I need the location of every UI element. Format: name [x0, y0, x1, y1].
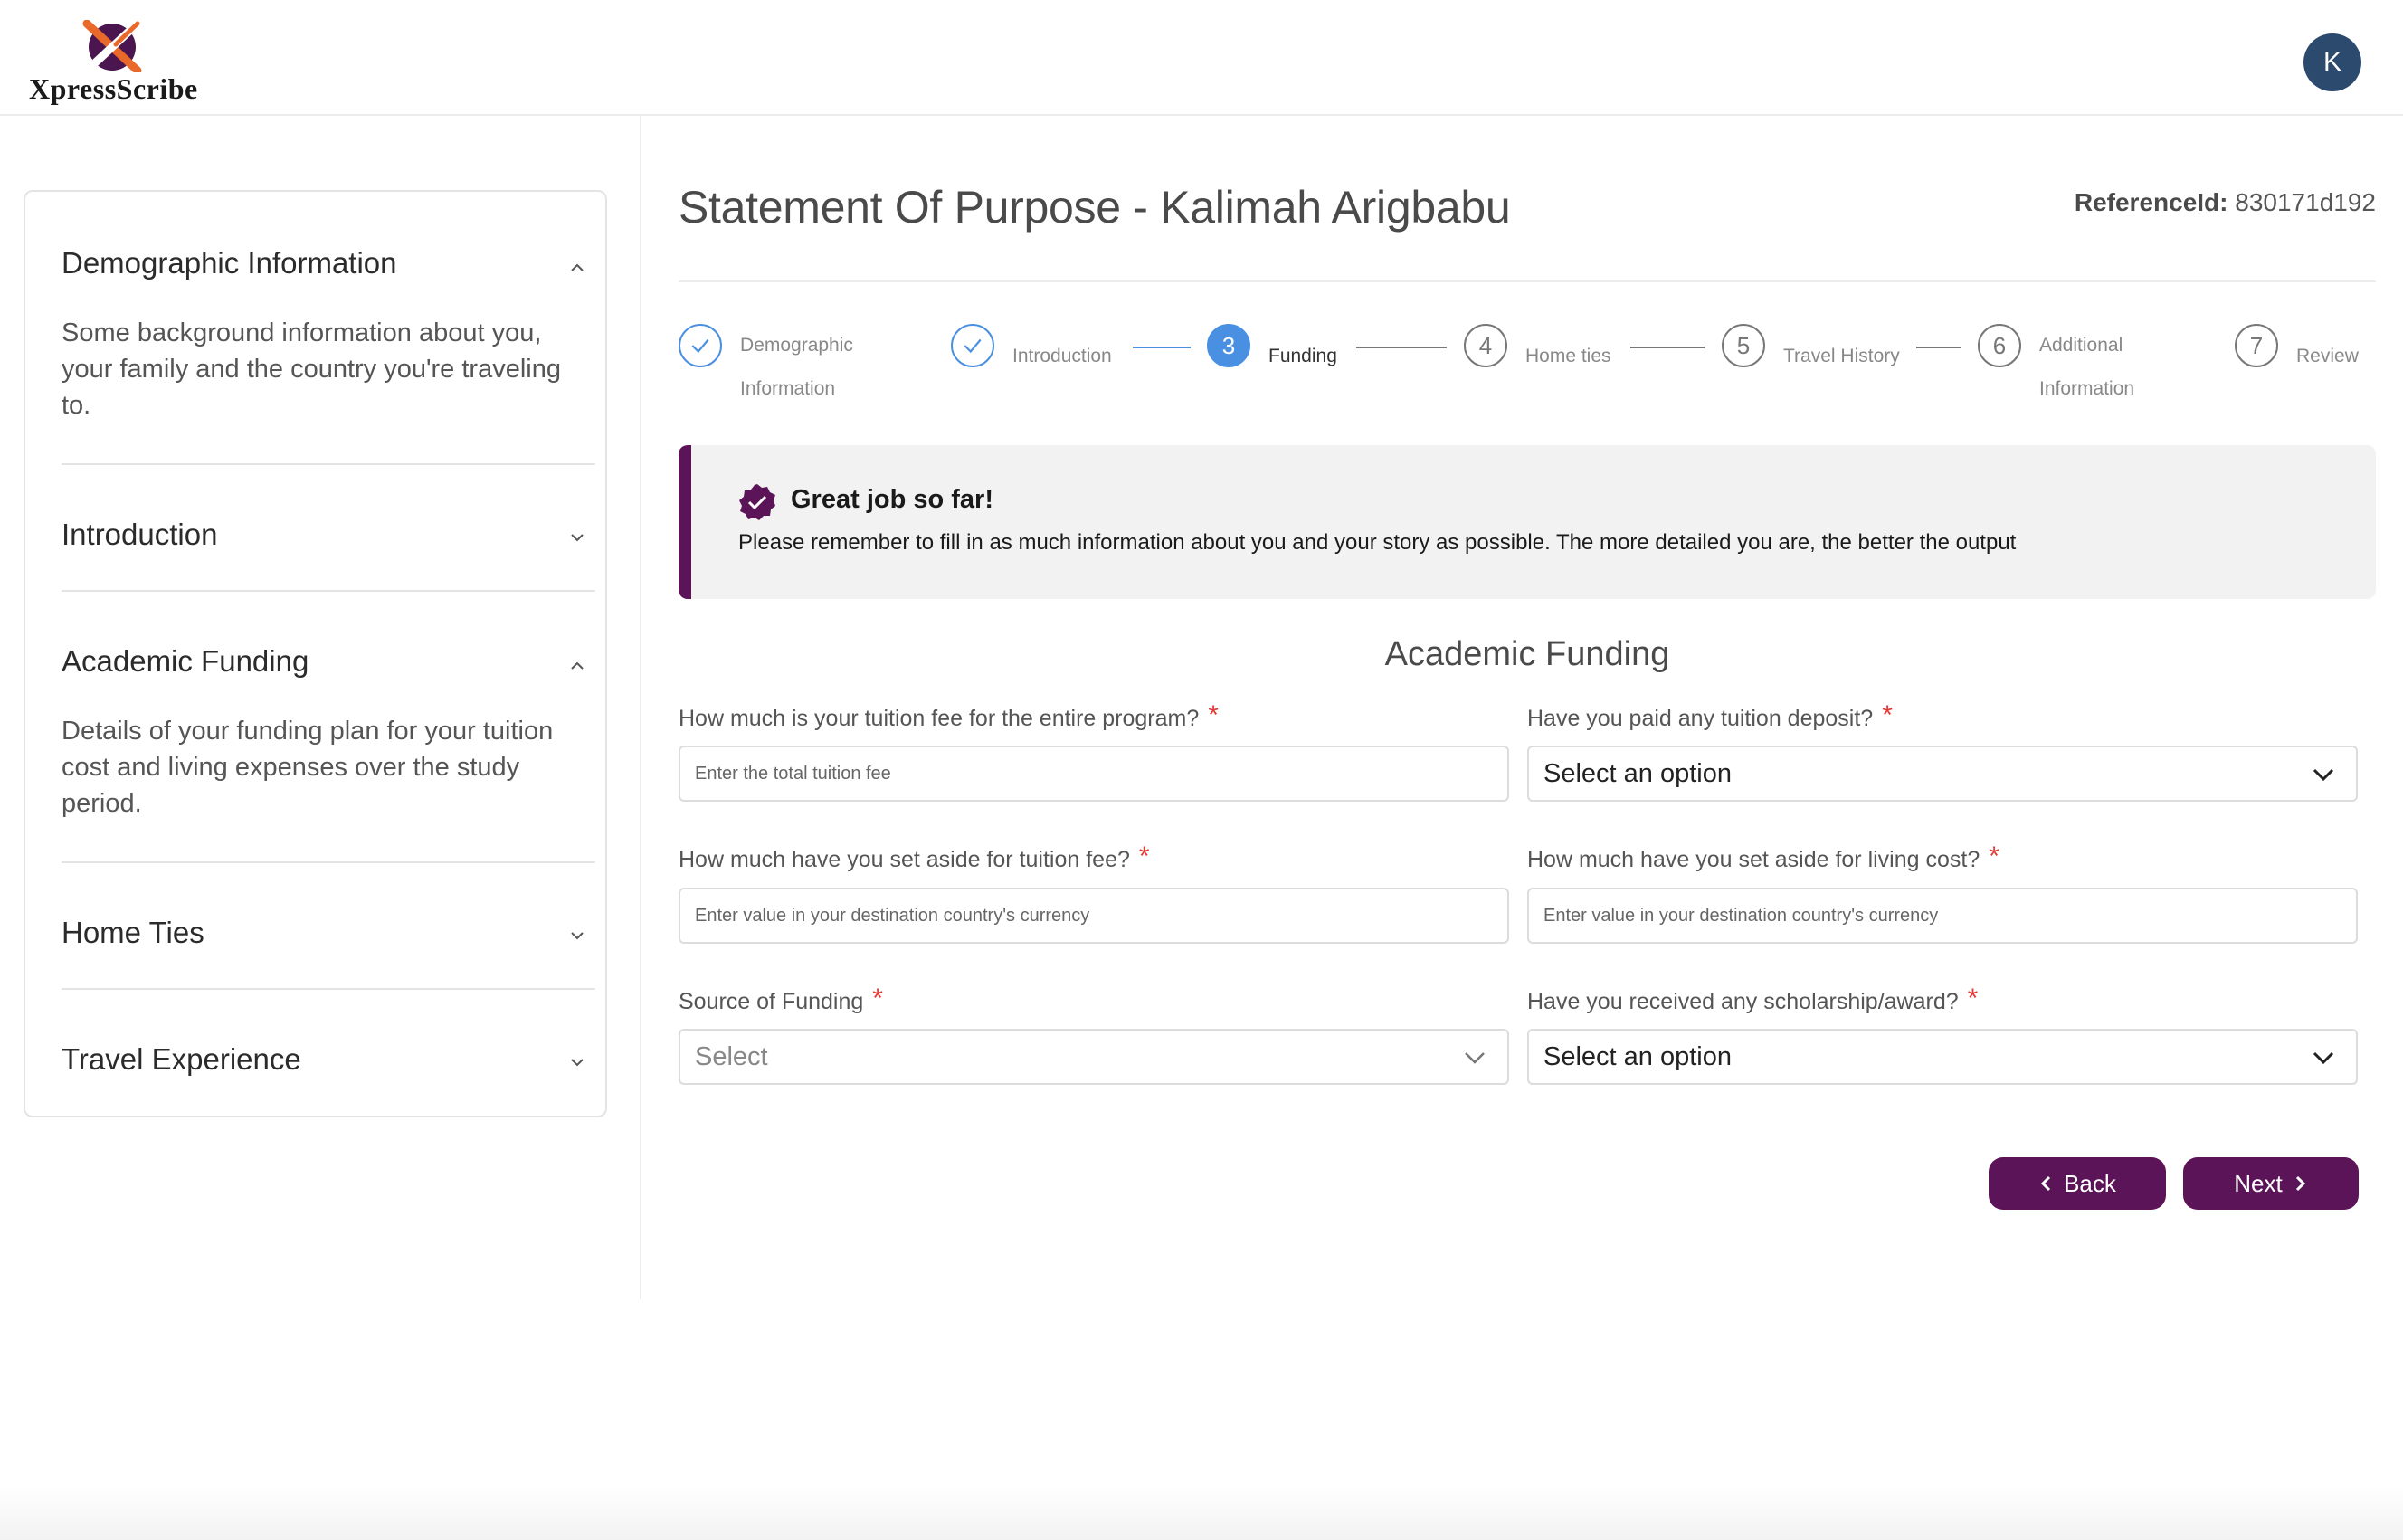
reference-id-value: 830171d192 [2235, 188, 2376, 216]
accordion-title[interactable]: Home Ties [62, 916, 204, 950]
accordion-description: Details of your funding plan for your tu… [62, 717, 554, 818]
brand-name[interactable]: XpressScribe [29, 72, 198, 106]
tuition-aside-label: How much have you set aside for tuition … [679, 841, 1150, 873]
info-alert: Great job so far! Please remember to fil… [679, 445, 2376, 599]
step-connector [1630, 347, 1705, 348]
accordion-description: Some background information about you, y… [62, 318, 561, 420]
chevron-down-icon [2313, 1051, 2334, 1065]
step-connector [1133, 347, 1191, 348]
alert-title: Great job so far! [791, 485, 993, 514]
reference-id-label: ReferenceId: [2074, 188, 2228, 216]
next-label: Next [2234, 1169, 2283, 1197]
label-text: How much have you set aside for living c… [1527, 847, 1980, 872]
accordion-title[interactable]: Demographic Information [62, 246, 397, 280]
alert-message: Please remember to fill in as much infor… [738, 530, 2017, 555]
step-label: Travel History [1783, 346, 1900, 366]
back-label: Back [2064, 1169, 2116, 1197]
funding-source-select[interactable]: Select [679, 1029, 1509, 1085]
label-text: How much is your tuition fee for the ent… [679, 706, 1200, 731]
sidebar-accordion: Demographic Information Some background … [24, 190, 607, 1117]
step-label: Additional Information [2039, 335, 2135, 399]
select-value: Select an option [1543, 758, 1732, 788]
check-icon [951, 324, 994, 367]
top-bar: XpressScribe K [0, 0, 2403, 116]
step-number: 7 [2235, 324, 2278, 367]
page-title: Statement Of Purpose - Kalimah Arigbabu [679, 182, 1511, 233]
scholarship-select[interactable]: Select an option [1527, 1029, 2358, 1085]
chevron-down-icon[interactable] [566, 925, 588, 946]
step-number: 6 [1978, 324, 2021, 367]
divider [679, 280, 2376, 282]
label-text: Have you received any scholarship/award? [1527, 989, 1959, 1014]
reference-id: ReferenceId: 830171d192 [2075, 188, 2376, 217]
chevron-down-icon[interactable] [566, 527, 588, 548]
section-title: Academic Funding [1384, 635, 1670, 673]
funding-source-label: Source of Funding * [679, 984, 883, 1015]
chevron-down-icon [1465, 1052, 1485, 1064]
xpressscribe-logo-icon[interactable] [80, 20, 145, 72]
required-mark: * [1208, 700, 1219, 730]
divider [62, 590, 595, 592]
step-number: 5 [1722, 324, 1765, 367]
required-mark: * [1138, 841, 1150, 871]
label-text: Have you paid any tuition deposit? [1527, 706, 1874, 731]
chevron-up-icon[interactable] [566, 655, 588, 677]
required-mark: * [872, 984, 883, 1013]
step-connector [1916, 347, 1961, 348]
step-label: Introduction [1012, 346, 1112, 366]
divider [62, 861, 595, 863]
step-label: Home ties [1525, 346, 1611, 366]
label-text: How much have you set aside for tuition … [679, 847, 1130, 872]
tuition-fee-label: How much is your tuition fee for the ent… [679, 700, 1219, 732]
required-mark: * [1989, 841, 1999, 871]
select-value: Select [695, 1041, 768, 1071]
page-bottom-fade [0, 1486, 2403, 1540]
living-aside-input[interactable]: Enter value in your destination country'… [1527, 888, 2358, 944]
required-mark: * [1967, 984, 1979, 1013]
chevron-down-icon[interactable] [566, 1051, 588, 1073]
step-label: Review [2296, 346, 2359, 366]
chevron-down-icon [2313, 768, 2334, 782]
tuition-deposit-label: Have you paid any tuition deposit? * [1527, 700, 1893, 732]
chevron-right-icon [2295, 1175, 2305, 1192]
step-connector [1356, 347, 1447, 348]
accordion-title[interactable]: Introduction [62, 518, 217, 552]
chevron-up-icon[interactable] [566, 257, 588, 279]
tuition-deposit-select[interactable]: Select an option [1527, 746, 2358, 802]
divider [62, 988, 595, 990]
label-text: Source of Funding [679, 989, 864, 1014]
step-number: 4 [1464, 324, 1507, 367]
accordion-title[interactable]: Academic Funding [62, 644, 309, 679]
chevron-left-icon [2040, 1175, 2051, 1192]
check-icon [679, 324, 722, 367]
tuition-fee-input[interactable]: Enter the total tuition fee [679, 746, 1509, 802]
step-label: Demographic Information [740, 335, 853, 399]
living-aside-label: How much have you set aside for living c… [1527, 841, 1999, 873]
back-button[interactable]: Back [1989, 1157, 2166, 1210]
accordion-title[interactable]: Travel Experience [62, 1042, 301, 1077]
next-button[interactable]: Next [2183, 1157, 2359, 1210]
tuition-aside-input[interactable]: Enter value in your destination country'… [679, 888, 1509, 944]
scholarship-label: Have you received any scholarship/award?… [1527, 984, 1978, 1015]
verified-check-icon [739, 484, 775, 520]
step-label: Funding [1268, 346, 1337, 366]
user-avatar[interactable]: K [2303, 33, 2361, 91]
select-value: Select an option [1543, 1041, 1732, 1071]
sidebar-divider [640, 116, 641, 1299]
divider [62, 463, 595, 465]
required-mark: * [1882, 700, 1893, 730]
step-number: 3 [1207, 324, 1250, 367]
